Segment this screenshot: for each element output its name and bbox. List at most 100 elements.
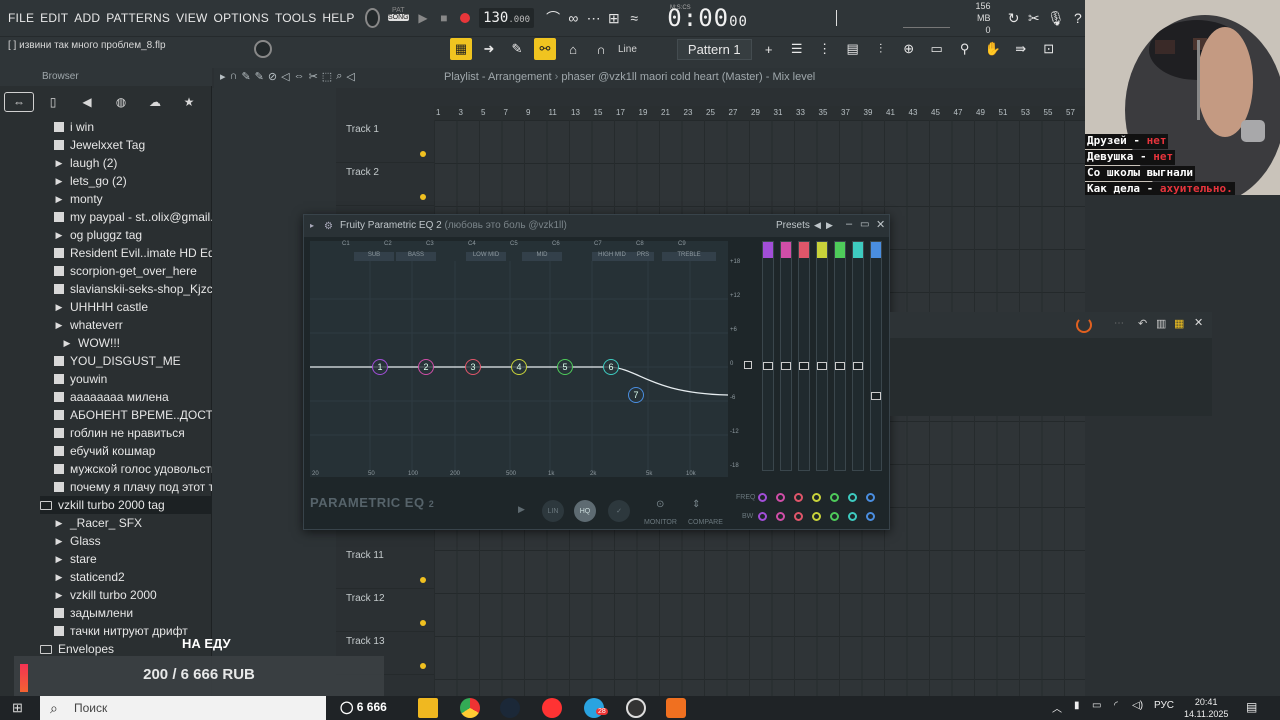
fader-handle[interactable]: [763, 362, 773, 370]
browser-item[interactable]: ▶ WOW!!!: [62, 334, 120, 352]
freq-knob[interactable]: [758, 493, 767, 502]
plugin-picker-icon[interactable]: ⚲: [954, 38, 976, 60]
delete-tool-icon[interactable]: ⊘: [268, 70, 277, 83]
bw-knob[interactable]: [794, 512, 803, 521]
menu-tools[interactable]: TOOLS: [275, 11, 316, 25]
eq-band-fader[interactable]: [780, 241, 792, 471]
bw-knob[interactable]: [848, 512, 857, 521]
language-indicator[interactable]: РУС: [1154, 700, 1174, 711]
eq-band-node[interactable]: 6: [603, 359, 619, 375]
fader-handle[interactable]: [835, 362, 845, 370]
shop-icon[interactable]: ⊡: [1038, 38, 1060, 60]
snap-mode[interactable]: Line: [618, 44, 637, 55]
play-button[interactable]: ▶: [417, 9, 430, 27]
microphone-icon[interactable]: 🎙: [1047, 8, 1065, 28]
touch-controller-icon[interactable]: ✋: [982, 38, 1004, 60]
bw-knob[interactable]: [776, 512, 785, 521]
yandex-icon[interactable]: [542, 698, 562, 718]
slip-tool-icon[interactable]: ⇔: [294, 70, 305, 83]
browser-item[interactable]: ▶ Glass: [54, 532, 101, 550]
browser-item[interactable]: ▶ lets_go (2): [54, 172, 127, 190]
loop-record-icon[interactable]: ∞: [566, 8, 580, 28]
taskbar-search[interactable]: ⌕ Поиск: [40, 696, 326, 720]
track-mute-led[interactable]: [420, 663, 426, 669]
tab-favorites-icon[interactable]: ★: [174, 92, 204, 112]
eq-band-fader[interactable]: [852, 241, 864, 471]
eq-band-node[interactable]: 7: [628, 387, 644, 403]
browser-item[interactable]: ▶ UHHHH castle: [54, 298, 148, 316]
countdown-icon[interactable]: ⋯: [587, 8, 601, 28]
track-header[interactable]: Track 1: [336, 120, 434, 163]
chrome-icon[interactable]: [460, 698, 480, 718]
eq-band-fader[interactable]: [798, 241, 810, 471]
lin-button[interactable]: LIN: [542, 500, 564, 522]
master-pitch-knob[interactable]: [254, 40, 272, 58]
mute-tool-icon[interactable]: ◁: [281, 70, 289, 83]
blend-notes-icon[interactable]: ≈: [627, 8, 641, 28]
link-icon[interactable]: ⚯: [534, 38, 556, 60]
browser-item[interactable]: ▶ staticend2: [54, 568, 125, 586]
browser-item[interactable]: тачки нитруют дрифт: [54, 622, 188, 640]
browser-item[interactable]: YOU_DISGUST_ME: [54, 352, 181, 370]
tab-sounds-icon[interactable]: ◀: [72, 92, 102, 112]
paint-tool-icon[interactable]: ✎: [255, 70, 264, 83]
pat-song-toggle[interactable]: PAT SONG: [387, 7, 409, 29]
mic-tray-icon[interactable]: ▮: [1074, 700, 1080, 711]
browser-item[interactable]: ▶ laugh (2): [54, 154, 118, 172]
tray-chevron-icon[interactable]: ︿: [1052, 700, 1062, 715]
record-button[interactable]: [458, 9, 471, 27]
eq-band-node[interactable]: 2: [418, 359, 434, 375]
freq-knob[interactable]: [776, 493, 785, 502]
floating-plugin-window[interactable]: ⋯ ↶ ▥ ▦ ✕: [890, 312, 1212, 416]
browser-item[interactable]: ебучий кошмар: [54, 442, 155, 460]
start-icon[interactable]: ⊞: [12, 700, 23, 716]
help-icon[interactable]: ?: [1071, 8, 1085, 28]
slice-tool-icon[interactable]: ✂: [309, 70, 318, 83]
track-header[interactable]: Track 2: [336, 163, 434, 206]
browser-item[interactable]: vzkill turbo 2000 tag: [40, 496, 212, 514]
undo-icon[interactable]: ↶: [1138, 317, 1147, 330]
browser-item[interactable]: i win: [54, 118, 94, 136]
browser-item[interactable]: мужской голос удовольствия: [54, 460, 231, 478]
battery-icon[interactable]: ▭: [1092, 700, 1101, 711]
tab-cloud-icon[interactable]: ☁: [140, 92, 170, 112]
fader-handle[interactable]: [871, 392, 881, 400]
eq-band-fader[interactable]: [816, 241, 828, 471]
bw-knob[interactable]: [812, 512, 821, 521]
browser-item[interactable]: задымлени: [54, 604, 133, 622]
piano-roll-icon[interactable]: ▤: [842, 38, 864, 60]
eq-graph[interactable]: C1 C2 C3 C4 C5 C6 C7 C8 C9 SUB BASS LOW MID MID HIGH …: [310, 241, 728, 477]
clock[interactable]: 20:41 14.11.2025: [1184, 696, 1228, 720]
monitor-knob-icon[interactable]: ⊙: [656, 499, 664, 510]
expand-arrow-icon[interactable]: ▸: [220, 70, 226, 83]
float-close-icon[interactable]: ✕: [1194, 316, 1203, 329]
grid-icon[interactable]: ▦: [1174, 317, 1184, 330]
browser-item[interactable]: youwin: [54, 370, 107, 388]
fader-handle[interactable]: [799, 362, 809, 370]
maximize-icon[interactable]: ▭: [860, 219, 869, 230]
track-mute-led[interactable]: [420, 151, 426, 157]
minimize-icon[interactable]: –: [846, 218, 852, 230]
magnet-tool-icon[interactable]: ∩: [230, 70, 238, 83]
arrow-icon[interactable]: ➜: [478, 38, 500, 60]
pencil-icon[interactable]: ✎: [506, 38, 528, 60]
freq-knob[interactable]: [812, 493, 821, 502]
eq-gear-icon[interactable]: ⚙: [324, 221, 333, 232]
render-icon[interactable]: ⇛: [1010, 38, 1032, 60]
track-mute-led[interactable]: [420, 577, 426, 583]
fader-handle[interactable]: [817, 362, 827, 370]
menu-options[interactable]: OPTIONS: [214, 11, 269, 25]
browser-icon[interactable]: ▭: [926, 38, 948, 60]
eq-band-node[interactable]: 1: [372, 359, 388, 375]
browser-item[interactable]: аааааааа милена: [54, 388, 169, 406]
draw-tool-icon[interactable]: ✎: [241, 70, 250, 83]
close-icon[interactable]: ✕: [876, 218, 885, 231]
hq-button[interactable]: HQ: [574, 500, 596, 522]
browser-item[interactable]: slavianskii-seks-shop_Kjzc1AY: [54, 280, 235, 298]
presets-menu[interactable]: Presets: [776, 220, 810, 231]
bw-knob[interactable]: [830, 512, 839, 521]
compare-toggle-icon[interactable]: ⇕: [692, 499, 700, 510]
browser-item[interactable]: ▶ monty: [54, 190, 103, 208]
check-icon[interactable]: ✓: [608, 500, 630, 522]
metronome-icon[interactable]: ⌒: [546, 8, 560, 28]
